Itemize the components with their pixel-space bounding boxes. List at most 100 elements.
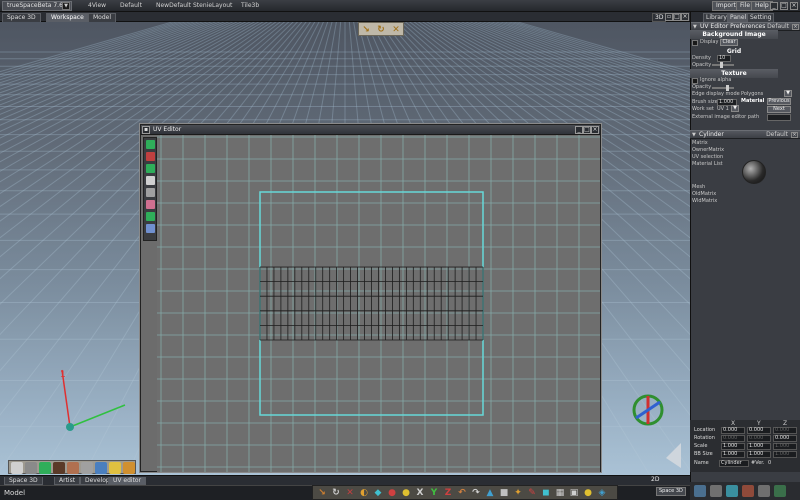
prop-matrix[interactable]: Matrix [692, 140, 708, 147]
paint-icon[interactable]: ✎ [527, 488, 537, 498]
uv-editor-minimize-icon[interactable]: _ [575, 126, 583, 134]
clear-button[interactable]: Clear [720, 39, 738, 46]
work-set-dropdown-icon[interactable]: ▼ [731, 105, 739, 112]
uv-select-face-icon[interactable] [146, 164, 155, 173]
tab-library[interactable]: Library [703, 13, 730, 22]
space-3d-button[interactable]: Space 3D [656, 487, 686, 496]
link-icon[interactable]: ● [387, 488, 397, 498]
texture-tool-icon[interactable] [53, 462, 65, 474]
select-icon[interactable]: ◆ [373, 488, 383, 498]
camera-tool-icon[interactable] [25, 462, 37, 474]
layout-newdefault[interactable]: NewDefault [156, 2, 191, 10]
prop-ownermatrix[interactable]: OwnerMatrix [692, 147, 724, 154]
uv-rotate-icon[interactable] [146, 188, 155, 197]
scale-tool-icon[interactable]: ✕ [391, 25, 401, 35]
uv-editor-window[interactable]: ▪ UV Editor _ □ × [140, 124, 601, 472]
bbsize-y[interactable]: 1.000 [747, 451, 771, 458]
y-axis-icon[interactable]: Y [429, 488, 439, 498]
render-tool-icon[interactable] [95, 462, 107, 474]
uv-select-edge-icon[interactable] [146, 152, 155, 161]
prop-oldmatrix[interactable]: OldMatrix [692, 191, 716, 198]
uv-paint-icon[interactable] [146, 200, 155, 209]
rotation-z[interactable]: 0.000 [773, 435, 797, 442]
uv-move-icon[interactable] [146, 176, 155, 185]
maximize-icon[interactable]: □ [780, 2, 788, 10]
rotation-x[interactable]: 0.000 [721, 435, 745, 442]
uv-editor-maximize-icon[interactable]: □ [583, 126, 591, 134]
camera-icon[interactable]: ■ [499, 488, 509, 498]
rotate-icon[interactable]: ↻ [331, 488, 341, 498]
uv-relax-icon[interactable] [146, 224, 155, 233]
undo-icon[interactable]: ↶ [457, 488, 467, 498]
tab-model[interactable]: Model [88, 13, 117, 22]
uv-select-vertex-icon[interactable] [146, 140, 155, 149]
rotate-tool-icon[interactable]: ↻ [376, 25, 386, 35]
prop-material-list[interactable]: Material List [692, 161, 723, 168]
render-icon[interactable]: ◼ [541, 488, 551, 498]
scale-y[interactable]: 1.000 [747, 443, 771, 450]
object-close-icon[interactable]: × [791, 132, 798, 138]
material-icon[interactable]: ● [583, 488, 593, 498]
prop-mesh[interactable]: Mesh [692, 184, 705, 191]
work-set-value[interactable]: UV 1 [717, 106, 729, 113]
move-tool-icon[interactable]: ↘ [361, 25, 371, 35]
light-tool-icon[interactable] [81, 462, 93, 474]
tab-workspace[interactable]: Workspace [46, 13, 89, 22]
app-dropdown-arrow-icon[interactable]: ▼ [62, 2, 70, 10]
uv-prefs-close-icon[interactable]: × [792, 24, 799, 30]
tab-artist[interactable]: Artist [54, 477, 81, 485]
thumb-5[interactable] [758, 485, 770, 497]
tab-bottom-space-3d[interactable]: Space 3D [4, 477, 43, 485]
layout-default[interactable]: Default [120, 2, 142, 10]
edge-mode-dropdown-icon[interactable]: ▼ [784, 90, 792, 97]
uv-unwrap-icon[interactable] [146, 212, 155, 221]
previous-button[interactable]: Previous [767, 98, 791, 105]
prop-uv-selection[interactable]: UV selection [692, 154, 723, 161]
thumb-4[interactable] [742, 485, 754, 497]
material-tool-icon[interactable] [109, 462, 121, 474]
lasso-icon[interactable]: ◐ [359, 488, 369, 498]
tab-setting[interactable]: Setting [747, 13, 775, 22]
thumb-3[interactable] [726, 485, 738, 497]
viewport-restore-icon[interactable]: ▫ [665, 13, 673, 21]
thumb-2[interactable] [710, 485, 722, 497]
name-input[interactable]: Cylinder [719, 460, 749, 467]
tab-space-3d[interactable]: Space 3D [2, 13, 41, 22]
thumb-1[interactable] [694, 485, 706, 497]
x-axis-icon[interactable]: X [415, 488, 425, 498]
grid-opacity-slider[interactable] [712, 62, 734, 68]
cube-tool-icon[interactable] [39, 462, 51, 474]
select-tool-icon[interactable] [11, 462, 23, 474]
location-z[interactable]: 0.000 [773, 427, 797, 434]
physics-icon[interactable]: ◈ [597, 488, 607, 498]
paint-tool-icon[interactable] [67, 462, 79, 474]
prop-wldmatrix[interactable]: WldMatrix [692, 198, 717, 205]
z-axis-icon[interactable]: Z [443, 488, 453, 498]
bbsize-z[interactable]: 1.000 [773, 451, 797, 458]
object-header[interactable]: ▼ Cylinder Default × [690, 130, 800, 139]
object-preset[interactable]: Default [766, 131, 788, 139]
tab-panel[interactable]: Panel [727, 13, 750, 22]
thumb-6[interactable] [774, 485, 786, 497]
edge-display-mode-value[interactable]: Polygons [741, 91, 763, 98]
primitive-icon[interactable]: ▲ [485, 488, 495, 498]
bbsize-x[interactable]: 1.000 [721, 451, 745, 458]
effect-tool-icon[interactable] [123, 462, 135, 474]
layout-stenielayout[interactable]: StenieLayout [193, 2, 232, 10]
next-button[interactable]: Next [767, 106, 791, 113]
minimize-icon[interactable]: _ [770, 2, 778, 10]
uv-editor-close-icon[interactable]: × [591, 126, 599, 134]
density-input[interactable]: 10 [717, 55, 731, 62]
redo-icon[interactable]: ↷ [471, 488, 481, 498]
external-editor-path-input[interactable] [767, 114, 791, 121]
layout-tile3b[interactable]: Tile3b [241, 2, 259, 10]
location-y[interactable]: 0.000 [747, 427, 771, 434]
close-icon[interactable]: × [790, 2, 798, 10]
snap-icon[interactable]: ▣ [569, 488, 579, 498]
display-checkbox[interactable] [692, 40, 698, 46]
grid-icon[interactable]: ▦ [555, 488, 565, 498]
move-icon[interactable]: ↘ [317, 488, 327, 498]
tab-uv-editor[interactable]: UV editor [108, 477, 147, 485]
viewport-maximize-icon[interactable]: □ [673, 13, 681, 21]
layout-4view[interactable]: 4View [88, 2, 106, 10]
